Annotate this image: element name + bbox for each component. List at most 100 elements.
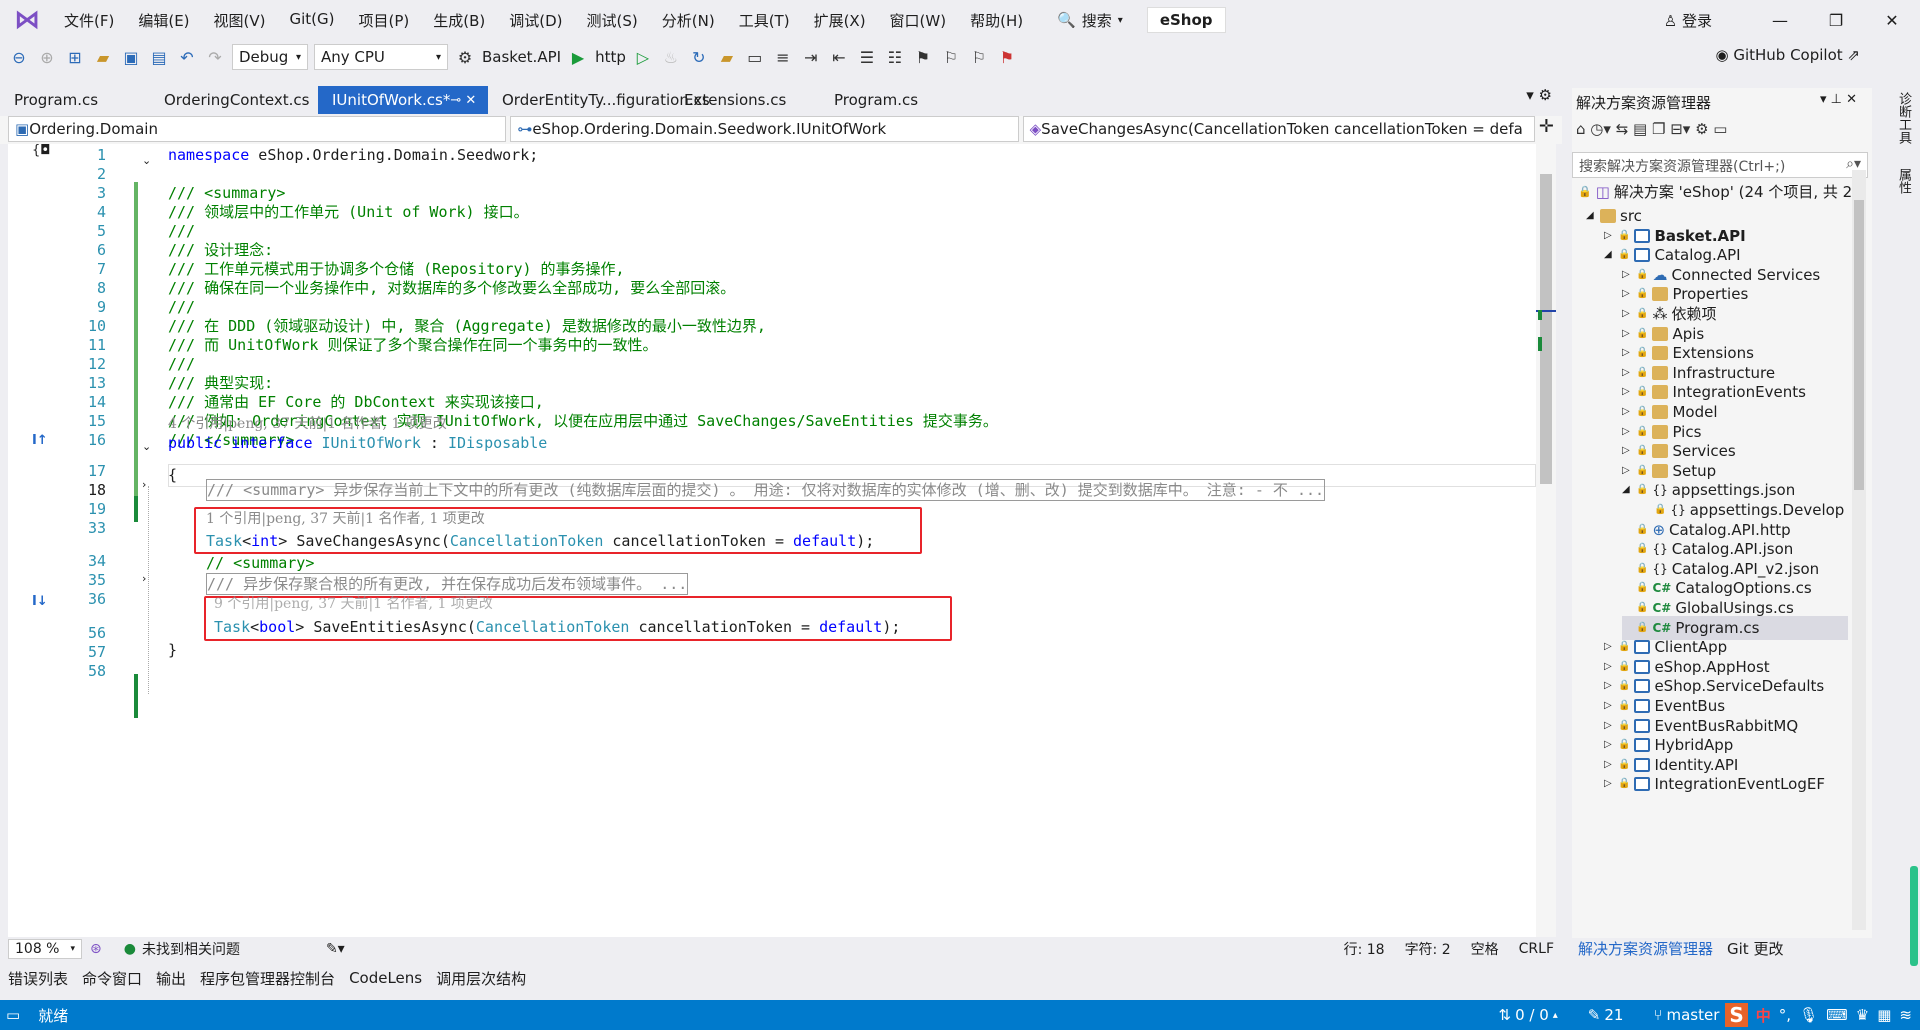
punctuation-icon[interactable]: °, [1779,1006,1791,1024]
filter-icon[interactable]: ⊟▾ [1670,120,1695,138]
run-profile[interactable]: http [595,48,626,66]
ime-mode[interactable]: 中 [1756,1005,1771,1026]
keyboard-icon[interactable]: ⌨ [1826,1006,1848,1024]
issues-status[interactable]: 未找到相关问题 [142,939,240,959]
project-dropdown[interactable]: ▣ Ordering.Domain [8,116,507,142]
save-all-icon[interactable]: ▤ [148,48,170,67]
expand-chevron-icon[interactable]: › [142,478,146,491]
tab-git-changes[interactable]: Git 更改 [1727,938,1783,959]
codelens-save-changes[interactable]: 1 个引用|peng, 37 天前|1 名作者, 1 项更改 [206,508,485,531]
toolbox-icon[interactable]: ▦ [1877,1006,1891,1024]
window-options-icon[interactable]: ▾ ⊥ ✕ [1820,92,1857,107]
github-copilot-button[interactable]: ◉ GitHub Copilot ⇗ [1715,46,1860,64]
preview-icon[interactable]: ▭ [1713,120,1727,138]
comment-icon[interactable]: ☰ [856,48,878,67]
whitespace-indicator[interactable]: 空格 [1471,939,1499,959]
tree-scrollbar[interactable] [1852,170,1866,930]
microphone-icon[interactable]: 🎙 [1799,1006,1818,1024]
code-editor[interactable]: 1 2 3 4 5 6 7 8 9 10 11 12 13 14 15 16 17 18 19 33 34 35 36 56 5… [8,143,1536,937]
column-indicator[interactable]: 字符: 2 [1405,939,1451,959]
menu-item-8[interactable]: 分析(N) [650,10,727,31]
forward-icon[interactable]: ⊕ [36,48,58,67]
expand-chevron-icon[interactable]: › [142,572,146,585]
panel-tab-3[interactable]: 程序包管理器控制台 [200,968,335,989]
menu-item-5[interactable]: 生成(B) [421,10,497,31]
copilot-status-icon[interactable]: ⊛ [90,941,102,957]
run-icon[interactable]: ▶ [567,48,589,67]
panel-tab-0[interactable]: 错误列表 [8,968,68,989]
tab-properties[interactable]: 属性 [1894,168,1913,194]
menu-item-12[interactable]: 帮助(H) [958,10,1035,31]
expanded-chevron-icon[interactable]: ◢ [1604,243,1614,267]
back-icon[interactable]: ⊖ [8,48,30,67]
startup-project[interactable]: Basket.API [482,48,561,66]
skin-icon[interactable]: ♛ [1856,1006,1869,1024]
run-without-debug-icon[interactable]: ▷ [632,48,654,67]
panel-tab-1[interactable]: 命令窗口 [82,968,142,989]
split-icon[interactable]: ✛ [1539,116,1554,144]
home-icon[interactable]: ⌂ [1576,120,1590,138]
tab-diagnostic-tools[interactable]: 诊断工具 [1894,92,1913,144]
platform-select[interactable]: Any CPU ▾ [314,44,448,70]
undo-icon[interactable]: ↶ [176,48,198,67]
search-button[interactable]: 🔍 搜索 ▾ [1047,10,1133,31]
close-window-button[interactable]: ✕ [1864,11,1920,30]
menu-item-2[interactable]: 视图(V) [202,10,278,31]
implementation-glyph-icon[interactable]: I↓ [32,594,48,609]
eol-indicator[interactable]: CRLF [1519,941,1554,957]
expanded-chevron-icon[interactable]: ◢ [1622,478,1632,502]
panel-tab-5[interactable]: 调用层次结构 [436,968,526,989]
panel-tab-4[interactable]: CodeLens [349,969,422,987]
panel-tab-2[interactable]: 输出 [156,968,186,989]
solution-search-input[interactable]: 搜索解决方案资源管理器(Ctrl+;) ⌕▾ [1572,152,1868,178]
hot-reload-icon[interactable]: ♨ [660,48,682,67]
branch-name[interactable]: master [1666,1006,1719,1024]
collapsed-chevron-icon[interactable]: ▷ [1604,772,1614,796]
tab-4[interactable]: Extensions.cs [670,86,820,114]
tab-0[interactable]: Program.cs [0,86,150,114]
refresh-icon[interactable]: ↻ [688,48,710,67]
next-bookmark-icon[interactable]: ⚐ [968,48,990,67]
folder-icon[interactable]: ▰ [716,48,738,67]
redo-icon[interactable]: ↷ [204,48,226,67]
editor-vertical-scrollbar[interactable] [1536,144,1556,937]
switch-icon[interactable]: ⇆ [1616,120,1633,138]
collapse-all-icon[interactable]: ▤ [1633,120,1652,138]
scrollbar-thumb[interactable] [1540,174,1552,484]
menu-item-1[interactable]: 编辑(E) [126,10,201,31]
format-icon[interactable]: ≡ [772,48,794,67]
tab-pin-close-icon[interactable]: ⊸ ✕ [450,93,476,108]
line-indicator[interactable]: 行: 18 [1344,939,1385,959]
menu-item-4[interactable]: 项目(P) [347,10,422,31]
menu-item-7[interactable]: 测试(S) [575,10,650,31]
indent-icon[interactable]: ⇤ [828,48,850,67]
tree-item[interactable]: ▷ 🔒 IntegrationEventLogEF [1604,772,1825,796]
menu-item-9[interactable]: 工具(T) [727,10,802,31]
open-icon[interactable]: ▰ [92,48,114,67]
ime-logo-icon[interactable]: S [1725,1003,1748,1027]
tab-solution-explorer[interactable]: 解决方案资源管理器 [1578,938,1713,959]
menu-item-3[interactable]: Git(G) [278,10,347,31]
history-icon[interactable]: ◷▾ [1590,120,1615,138]
visual-studio-logo-icon[interactable]: ⋈ [12,5,42,35]
menu-item-6[interactable]: 调试(D) [497,10,574,31]
new-item-icon[interactable]: ⊞ [64,48,86,67]
changes-count[interactable]: 21 [1604,1006,1623,1024]
code-cleanup-icon[interactable]: ✎▾ [326,941,345,957]
sync-status[interactable]: 0 / 0 [1515,1006,1549,1024]
solution-node[interactable]: 🔒 ◫ 解决方案 'eShop' (24 个项目, 共 24 [1578,180,1862,204]
copy-icon[interactable]: ❐ [1652,120,1670,138]
gear-icon[interactable]: ⚙ [454,48,476,67]
collapsed-summary-1[interactable]: /// <summary> 异步保存当前上下文中的所有更改 (纯数据库层面的提交… [206,479,1326,501]
prev-bookmark-icon[interactable]: ⚐ [940,48,962,67]
tab-overflow-icon[interactable]: ▾ ⚙ [1516,86,1562,114]
uncomment-icon[interactable]: ☷ [884,48,906,67]
properties-icon[interactable]: ⚙ [1695,120,1713,138]
restore-button[interactable]: ❐ [1808,11,1864,30]
collapsed-summary-2[interactable]: /// 异步保存聚合根的所有更改, 并在保存成功后发布领域事件。 ... [206,573,689,595]
expanded-chevron-icon[interactable]: ◢ [1586,204,1596,228]
menu-item-11[interactable]: 窗口(W) [878,10,959,31]
clear-bookmarks-icon[interactable]: ⚑ [996,48,1018,67]
step-icon[interactable]: ⇥ [800,48,822,67]
bookmark-icon[interactable]: ⚑ [912,48,934,67]
